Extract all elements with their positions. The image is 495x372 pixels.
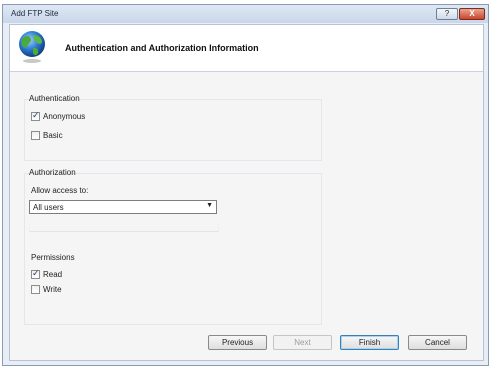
dropdown-arrow-icon: ▼ xyxy=(206,202,213,209)
help-button[interactable]: ? xyxy=(436,8,458,20)
anonymous-label: Anonymous xyxy=(43,112,86,121)
wizard-header: Authentication and Authorization Informa… xyxy=(10,25,483,72)
authorization-group xyxy=(24,173,322,325)
authentication-label: Authentication xyxy=(29,94,80,103)
check-icon: ✓ xyxy=(32,110,40,120)
permissions-label: Permissions xyxy=(31,253,75,262)
specified-users-field xyxy=(29,223,219,232)
read-label: Read xyxy=(43,270,63,279)
globe-icon xyxy=(19,31,45,63)
authorization-label: Authorization xyxy=(29,168,76,177)
authentication-group xyxy=(24,99,322,161)
close-button[interactable]: X xyxy=(459,8,485,20)
allow-access-label: Allow access to: xyxy=(31,186,89,195)
anonymous-checkbox[interactable]: ✓ xyxy=(31,110,40,121)
window-title: Add FTP Site xyxy=(11,9,59,18)
check-icon: ✓ xyxy=(32,268,40,278)
next-button[interactable]: Next xyxy=(273,335,332,350)
write-label: Write xyxy=(43,285,62,294)
finish-button[interactable]: Finish xyxy=(340,335,399,350)
title-bar[interactable]: Add FTP Site ? X xyxy=(3,5,488,23)
add-ftp-site-window: Add FTP Site ? X Authentication and Auth… xyxy=(2,4,489,366)
basic-label: Basic xyxy=(43,131,63,140)
allow-access-value: All users xyxy=(33,203,64,212)
basic-checkbox[interactable] xyxy=(31,131,40,140)
cancel-button[interactable]: Cancel xyxy=(408,335,467,350)
page-title: Authentication and Authorization Informa… xyxy=(65,43,259,53)
read-checkbox[interactable]: ✓ xyxy=(31,268,40,279)
write-checkbox[interactable] xyxy=(31,285,40,294)
dialog-content: Authentication and Authorization Informa… xyxy=(9,24,484,361)
allow-access-dropdown[interactable]: All users ▼ xyxy=(29,200,217,214)
previous-button[interactable]: Previous xyxy=(208,335,267,350)
